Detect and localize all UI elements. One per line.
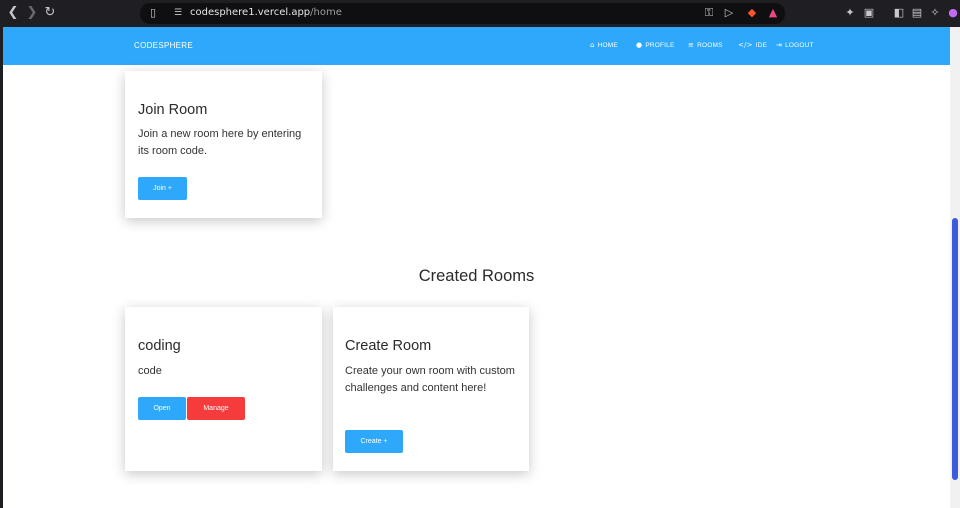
nav-ide-label: IDE	[755, 41, 768, 49]
brave-shield-icon[interactable]: ◆	[745, 6, 759, 20]
wallet-icon[interactable]: ▤	[910, 6, 924, 20]
back-icon[interactable]: ❮	[5, 5, 21, 21]
logout-icon: ⇥	[776, 41, 783, 49]
manage-room-button[interactable]: Manage	[187, 397, 245, 420]
extensions-icon[interactable]: ✦	[843, 6, 857, 20]
leo-icon[interactable]: ✧	[928, 6, 942, 20]
join-room-card: Join Room Join a new room here by enteri…	[125, 71, 322, 218]
nav-ide[interactable]: </> IDE	[738, 41, 767, 49]
create-room-button[interactable]: Create +	[345, 430, 403, 453]
room-title: coding	[138, 338, 181, 354]
bookmark-icon[interactable]: ▯	[146, 6, 160, 20]
home-icon: ⌂	[590, 41, 595, 49]
sidebar-icon[interactable]: ◧	[892, 6, 906, 20]
url-text[interactable]: codesphere1.vercel.app/home	[190, 7, 342, 18]
nav-logout-label: LOGOUT	[785, 41, 814, 49]
code-icon: </>	[738, 41, 753, 49]
list-icon: ≡	[688, 41, 695, 49]
join-room-title: Join Room	[138, 102, 208, 118]
rewards-icon[interactable]: ▲	[766, 6, 780, 20]
key-icon[interactable]: ⚿	[702, 6, 716, 20]
room-card: coding code Open Manage	[125, 307, 322, 471]
screenshot-icon[interactable]: ▣	[862, 6, 876, 20]
top-navbar: CODESPHERE ⌂ HOME ● PROFILE ≡ ROOMS </> …	[3, 27, 950, 65]
reload-icon[interactable]: ↻	[42, 5, 58, 21]
create-room-card: Create Room Create your own room with cu…	[333, 307, 529, 471]
scrollbar-thumb[interactable]	[952, 218, 958, 480]
room-description: code	[138, 365, 162, 377]
user-icon: ●	[636, 41, 643, 49]
brand-logo[interactable]: CODESPHERE	[134, 41, 193, 50]
site-settings-icon[interactable]: ☰	[171, 6, 185, 20]
open-room-button[interactable]: Open	[138, 397, 186, 420]
nav-home-label: HOME	[597, 41, 618, 49]
created-rooms-heading: Created Rooms	[418, 267, 535, 285]
nav-rooms-label: ROOMS	[697, 41, 723, 49]
profile-avatar-icon[interactable]: ●	[946, 6, 960, 20]
send-icon[interactable]: ▷	[722, 6, 736, 20]
nav-logout[interactable]: ⇥ LOGOUT	[776, 41, 814, 49]
nav-home[interactable]: ⌂ HOME	[590, 41, 618, 49]
nav-rooms[interactable]: ≡ ROOMS	[688, 41, 723, 49]
nav-profile-label: PROFILE	[645, 41, 675, 49]
forward-icon[interactable]: ❯	[24, 5, 40, 21]
create-room-text: Create your own room with custom challen…	[345, 365, 515, 394]
page-viewport: CODESPHERE ⌂ HOME ● PROFILE ≡ ROOMS </> …	[3, 27, 950, 508]
create-room-title: Create Room	[345, 338, 432, 354]
nav-profile[interactable]: ● PROFILE	[636, 41, 675, 49]
browser-toolbar: ❮ ❯ ↻ ▯ ☰ codesphere1.vercel.app/home ⚿ …	[0, 0, 960, 27]
join-button[interactable]: Join +	[138, 177, 187, 200]
join-room-text: Join a new room here by entering its roo…	[138, 128, 302, 157]
